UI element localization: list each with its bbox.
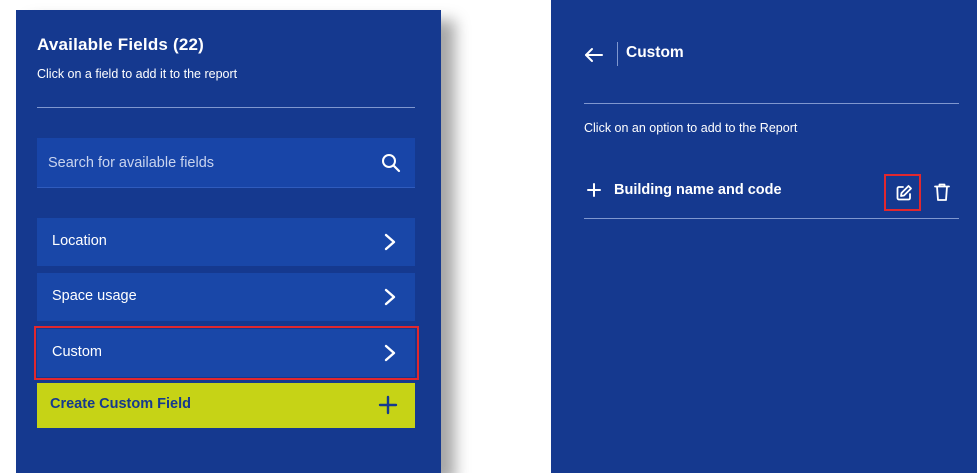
category-location[interactable]: Location xyxy=(37,218,415,266)
category-label: Space usage xyxy=(52,288,137,304)
option-row[interactable]: Building name and code xyxy=(584,174,959,215)
divider xyxy=(584,103,959,104)
edit-highlight-box xyxy=(884,174,921,211)
search-field[interactable] xyxy=(37,138,415,188)
create-custom-field-button[interactable]: Create Custom Field xyxy=(37,383,415,428)
chevron-right-icon xyxy=(384,233,396,251)
option-hint: Click on an option to add to the Report xyxy=(584,121,798,135)
search-input[interactable] xyxy=(37,138,367,188)
category-space-usage[interactable]: Space usage xyxy=(37,273,415,321)
option-label[interactable]: Building name and code xyxy=(614,182,782,198)
chevron-right-icon xyxy=(384,288,396,306)
plus-icon xyxy=(378,395,398,415)
custom-highlight-box xyxy=(34,326,419,380)
panel-subtitle: Click on a field to add it to the report xyxy=(37,67,238,81)
panel-title: Available Fields (22) xyxy=(37,35,205,54)
divider xyxy=(37,107,415,108)
arrow-left-icon[interactable] xyxy=(584,46,604,64)
custom-fields-panel: Custom Click on an option to add to the … xyxy=(551,0,977,473)
search-icon[interactable] xyxy=(381,153,401,173)
panel-title: Custom xyxy=(626,44,684,61)
create-custom-field-label: Create Custom Field xyxy=(50,396,191,412)
trash-icon[interactable] xyxy=(934,182,950,202)
divider xyxy=(584,218,959,219)
title-separator xyxy=(617,42,618,66)
plus-icon[interactable] xyxy=(587,183,601,197)
available-fields-panel: Available Fields (22) Click on a field t… xyxy=(16,10,441,473)
category-label: Location xyxy=(52,233,107,249)
